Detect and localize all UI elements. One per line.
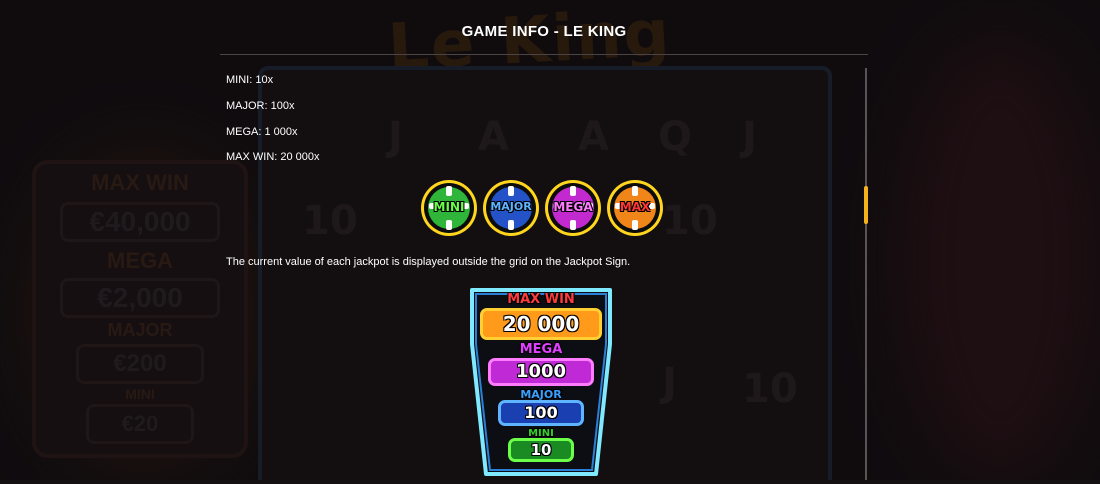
scrollbar-track[interactable] <box>865 68 867 480</box>
scrollbar-thumb[interactable] <box>864 186 868 224</box>
mega-chip-icon: MEGA <box>545 180 601 236</box>
max-chip-icon: MAX <box>607 180 663 236</box>
jackpot-max-win-multiplier: MAX WIN: 20 000x <box>226 151 320 163</box>
major-chip-label: MAJOR <box>490 200 532 213</box>
mega-chip-label: MEGA <box>553 200 593 214</box>
major-chip-icon: MAJOR <box>483 180 539 236</box>
title-divider <box>220 54 868 55</box>
sign-mega-value-box: 1000 <box>488 358 594 386</box>
modal-title: GAME INFO - LE KING <box>461 23 627 40</box>
jackpot-major-multiplier: MAJOR: 100x <box>226 100 295 112</box>
sign-major-value: 100 <box>524 403 558 422</box>
sign-max-win-label: MAX WIN <box>507 292 575 307</box>
sign-mega-label: MEGA <box>519 342 563 357</box>
mini-chip-label: MINI <box>433 200 465 214</box>
jackpot-mini-multiplier: MINI: 10x <box>226 74 274 86</box>
jackpot-sign-image: MAX WIN 20 000 MEGA 1000 MAJOR 100 MINI … <box>466 284 616 480</box>
sign-mini-value-box: 10 <box>508 438 574 462</box>
max-chip-label: MAX <box>619 200 651 214</box>
sign-mini-value: 10 <box>530 441 552 459</box>
jackpot-chips: MINI MAJOR MEGA MAX <box>421 180 665 242</box>
sign-max-win-value: 20 000 <box>502 312 580 336</box>
jackpot-sign-description: The current value of each jackpot is dis… <box>226 256 631 268</box>
jackpot-mega-multiplier: MEGA: 1 000x <box>226 126 298 138</box>
sign-major-value-box: 100 <box>498 400 584 426</box>
sign-mega-value: 1000 <box>515 361 567 382</box>
mini-chip-icon: MINI <box>421 180 477 236</box>
sign-max-win-value-box: 20 000 <box>480 308 602 340</box>
